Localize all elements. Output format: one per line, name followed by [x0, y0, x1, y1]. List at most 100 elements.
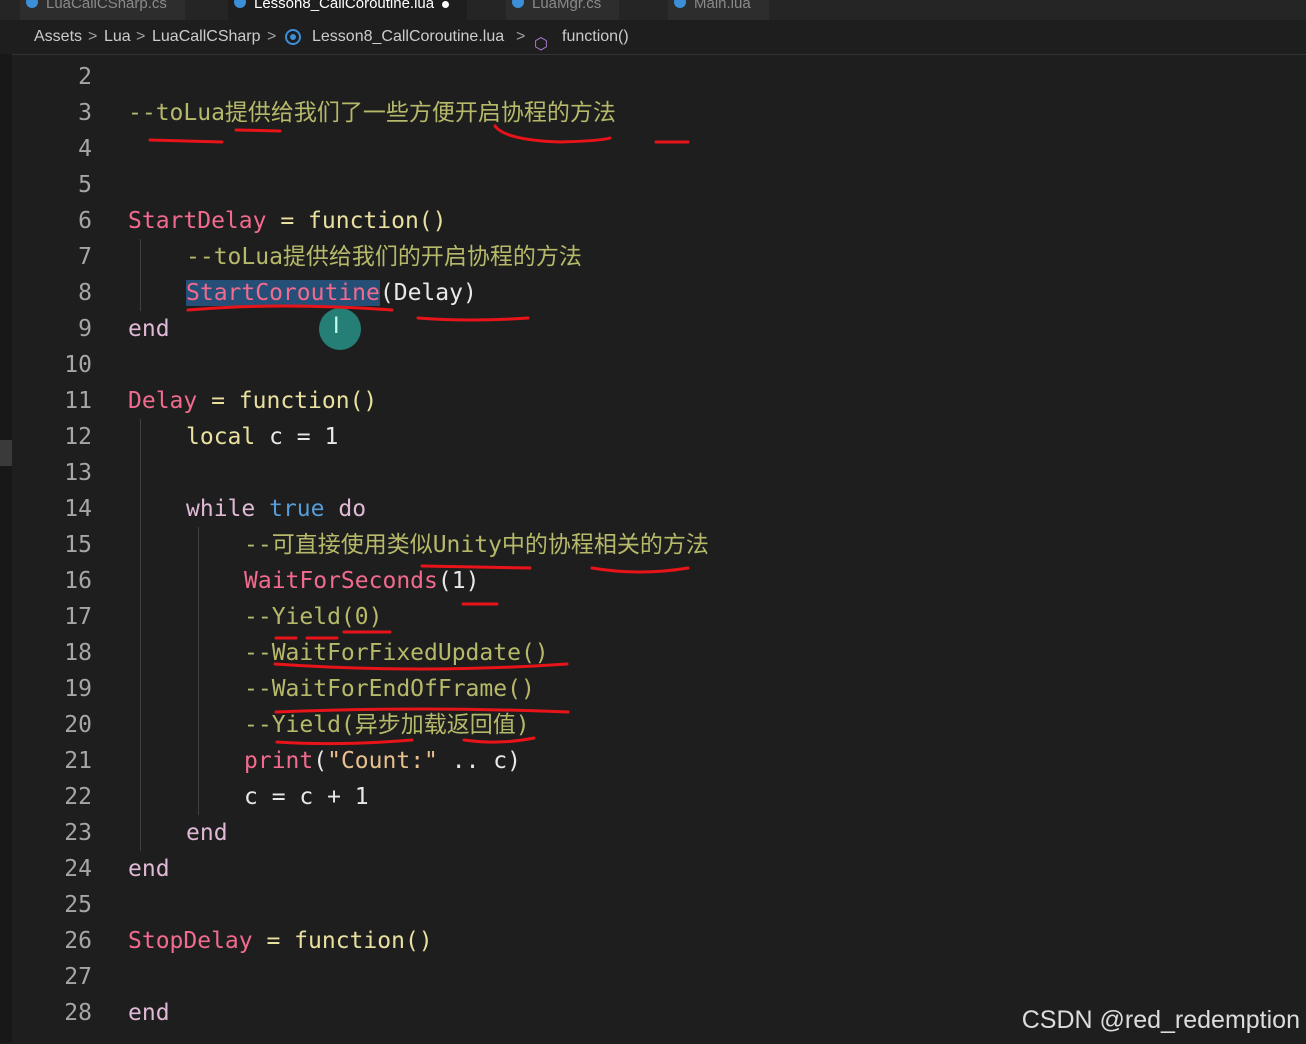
tab-bar: LuaCallCSharp.cs Lesson8_CallCoroutine.l… [0, 0, 1306, 20]
code-line: 16 WaitForSeconds(1) [12, 563, 1306, 599]
line-number: 9 [78, 316, 92, 342]
comment: --toLua提供给我们的开启协程的方法 [186, 244, 582, 270]
breadcrumb-separator: > [136, 28, 146, 45]
code-line: 11 Delay = function() [12, 383, 1306, 419]
tab-label: LuaCallCSharp.cs [46, 0, 167, 12]
line-number: 27 [64, 964, 92, 990]
line-number: 2 [78, 64, 92, 90]
line-number: 4 [78, 136, 92, 162]
line-number: 28 [64, 1000, 92, 1026]
identifier: StartDelay [128, 208, 267, 234]
breadcrumb-luacallcsharp[interactable]: LuaCallCSharp [152, 20, 261, 54]
code-line: 10 [12, 347, 1306, 383]
tab-luamgr[interactable]: LuaMgr.cs [506, 0, 620, 20]
code-editor[interactable]: 2 3 --toLua提供给我们了一些方便开启协程的方法 4 5 6 Start… [12, 54, 1306, 1044]
code-line: 12 local c = 1 [12, 419, 1306, 455]
line-number: 11 [64, 388, 92, 414]
line-number: 12 [64, 424, 92, 450]
comment: --Yield(0) [244, 604, 383, 630]
tab-label: Main.lua [694, 0, 751, 12]
code-line: 21 print("Count:" .. c) [12, 743, 1306, 779]
code-line: 19 --WaitForEndOfFrame() [12, 671, 1306, 707]
code-line: 2 [12, 59, 1306, 95]
line-number: 13 [64, 460, 92, 486]
line-number: 15 [64, 532, 92, 558]
tab-label: Lesson8_CallCoroutine.lua [254, 0, 435, 12]
code-line: 22 c = c + 1 [12, 779, 1306, 815]
line-number: 17 [64, 604, 92, 630]
lua-file-icon [674, 0, 686, 8]
code-line: 3 --toLua提供给我们了一些方便开启协程的方法 [12, 95, 1306, 131]
code-line: 15 --可直接使用类似Unity中的协程相关的方法 [12, 527, 1306, 563]
comment: --toLua提供给我们了一些方便开启协程的方法 [128, 100, 616, 126]
csharp-file-icon [512, 0, 524, 8]
keyword-do: do [338, 496, 367, 522]
line-number: 16 [64, 568, 92, 594]
mouse-highlight [319, 308, 361, 350]
statement: c = c + 1 [244, 784, 369, 810]
selected-identifier[interactable]: StartCoroutine [186, 280, 380, 306]
keyword-end: end [186, 820, 228, 846]
paren: ( [313, 748, 328, 774]
line-number: 8 [78, 280, 92, 306]
code-line: 4 [12, 131, 1306, 167]
comment: --WaitForEndOfFrame() [244, 676, 535, 702]
code-line: 18 --WaitForFixedUpdate() [12, 635, 1306, 671]
code-line: 7 --toLua提供给我们的开启协程的方法 [12, 239, 1306, 275]
code-line: 23 end [12, 815, 1306, 851]
code-line: 17 --Yield(0) [12, 599, 1306, 635]
line-number: 10 [64, 352, 92, 378]
keyword-true: true [269, 496, 325, 522]
breadcrumb-lua[interactable]: Lua [104, 20, 131, 54]
tab-main-lua[interactable]: Main.lua [668, 0, 769, 20]
identifier: Delay [128, 388, 198, 414]
code-line: 24 end [12, 851, 1306, 887]
line-number: 7 [78, 244, 92, 270]
ibeam-cursor-icon: I [333, 314, 340, 339]
concat-expr: .. c) [437, 748, 521, 774]
line-number: 14 [64, 496, 92, 522]
lua-file-icon [234, 0, 246, 8]
identifier: StopDelay [128, 928, 253, 954]
function-decl: = function() [197, 388, 378, 414]
string-literal: "Count:" [327, 748, 438, 774]
code-line: 26 StopDelay = function() [12, 923, 1306, 959]
identifier: WaitForSeconds [244, 568, 438, 594]
assignment: c = 1 [255, 424, 339, 450]
tab-luacallcsharp[interactable]: LuaCallCSharp.cs [20, 0, 185, 20]
comment: --Yield(异步加载返回值) [244, 712, 530, 738]
breadcrumb-file[interactable]: Lesson8_CallCoroutine.lua [312, 20, 504, 54]
comment: --可直接使用类似Unity中的协程相关的方法 [244, 532, 709, 558]
breadcrumb-assets[interactable]: Assets [34, 20, 82, 54]
breadcrumb-separator: > [267, 28, 277, 45]
watermark: CSDN @red_redemption [1021, 1006, 1300, 1034]
function-decl: = function() [252, 928, 433, 954]
activity-strip [0, 54, 12, 1043]
code-line: 13 [12, 455, 1306, 491]
line-number: 3 [78, 100, 92, 126]
call-args: (1) [437, 568, 480, 594]
keyword-end: end [128, 1000, 170, 1026]
breadcrumb-function[interactable]: function() [562, 20, 629, 54]
line-number: 5 [78, 172, 92, 198]
line-number: 22 [64, 784, 92, 810]
code-line: 8 StartCoroutine(Delay) [12, 275, 1306, 311]
lua-file-icon [285, 29, 301, 45]
line-number: 23 [64, 820, 92, 846]
breadcrumb: Assets > Lua > LuaCallCSharp > Lesson8_C… [0, 20, 1306, 54]
line-number: 20 [64, 712, 92, 738]
code-line: 20 --Yield(异步加载返回值) [12, 707, 1306, 743]
tab-lesson8[interactable]: Lesson8_CallCoroutine.lua [228, 0, 468, 20]
keyword-end: end [128, 856, 170, 882]
keyword-local: local [186, 424, 256, 450]
code-line: 27 [12, 959, 1306, 995]
function-decl: = function() [266, 208, 447, 234]
identifier: print [244, 748, 314, 774]
scroll-indicator[interactable] [0, 440, 12, 466]
line-number: 25 [64, 892, 92, 918]
line-number: 21 [64, 748, 92, 774]
code-line: 6 StartDelay = function() [12, 203, 1306, 239]
unsaved-dot-icon[interactable] [442, 0, 450, 8]
comment: --WaitForFixedUpdate() [244, 640, 549, 666]
line-number: 19 [64, 676, 92, 702]
